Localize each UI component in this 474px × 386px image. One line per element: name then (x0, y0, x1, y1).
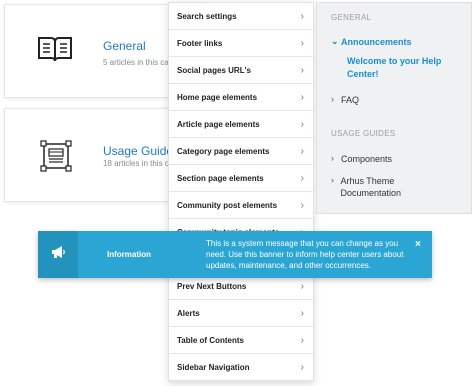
sidebar-section-heading: GENERAL (331, 13, 372, 22)
chevron-right-icon: › (300, 119, 304, 130)
menu-item-label: Section page elements (177, 173, 264, 183)
menu-item-label: Social pages URL's (177, 65, 251, 75)
menu-item-label: Footer links (177, 38, 223, 48)
sidebar-item-label: FAQ (341, 95, 360, 105)
banner-message: This is a system message that you can ch… (206, 239, 404, 270)
menu-item-sidebar-navigation[interactable]: Sidebar Navigation › (169, 354, 313, 381)
sidebar-section-heading: USAGE GUIDES (331, 129, 396, 138)
banner-title: Information (107, 250, 151, 259)
menu-item-label: Sidebar Navigation (177, 362, 250, 372)
menu-item-alerts[interactable]: Alerts › (169, 300, 313, 327)
menu-item-category-page-elements[interactable]: Category page elements › (169, 138, 313, 165)
sidebar-item-arhus-documentation[interactable]: › Arhus Theme Documentation (331, 175, 451, 199)
menu-item-label: Home page elements (177, 92, 258, 102)
chevron-right-icon: › (300, 38, 304, 49)
menu-item-label: Prev Next Buttons (177, 281, 247, 291)
chevron-right-icon: › (300, 146, 304, 157)
sidebar-item-announcements[interactable]: ⌄ Announcements (331, 36, 412, 48)
category-article-count: 5 articles in this category (103, 58, 173, 67)
sidebar-active-article[interactable]: Welcome to your Help Center! (347, 55, 465, 81)
menu-item-label: Category page elements (177, 146, 270, 156)
menu-item-community-post-elements[interactable]: Community post elements › (169, 192, 313, 219)
chevron-right-icon: › (300, 281, 304, 292)
sidebar-item-label: Arhus Theme Documentation (340, 176, 401, 198)
category-article-count: 18 articles in this category (103, 159, 173, 168)
sidebar-item-components[interactable]: › Components (331, 153, 392, 165)
chevron-right-icon: › (300, 308, 304, 319)
menu-item-home-page-elements[interactable]: Home page elements › (169, 84, 313, 111)
chevron-right-icon: › (300, 92, 304, 103)
close-icon[interactable]: × (415, 239, 421, 250)
sidebar-item-faq[interactable]: › FAQ (331, 94, 359, 106)
sidebar-item-label: Components (341, 154, 393, 164)
chevron-right-icon: › (300, 335, 304, 346)
megaphone-icon (50, 245, 66, 264)
chevron-right-icon: › (331, 175, 334, 185)
menu-item-section-page-elements[interactable]: Section page elements › (169, 165, 313, 192)
chevron-right-icon: › (300, 173, 304, 184)
settings-dropdown-menu: Search settings › Footer links › Social pa… (168, 2, 314, 382)
book-icon (37, 35, 73, 68)
menu-item-label: Search settings (177, 11, 237, 21)
chevron-down-icon: ⌄ (331, 36, 339, 46)
menu-item-search-settings[interactable]: Search settings › (169, 3, 313, 30)
newspaper-icon (39, 139, 73, 178)
menu-item-article-page-elements[interactable]: Article page elements › (169, 111, 313, 138)
chevron-right-icon: › (331, 94, 334, 104)
chevron-right-icon: › (331, 153, 334, 163)
chevron-right-icon: › (300, 362, 304, 373)
menu-item-label: Table of Contents (177, 335, 244, 345)
chevron-right-icon: › (300, 200, 304, 211)
menu-item-social-pages[interactable]: Social pages URL's › (169, 57, 313, 84)
category-title[interactable]: General (103, 39, 146, 53)
menu-item-label: Article page elements (177, 119, 260, 129)
menu-item-table-of-contents[interactable]: Table of Contents › (169, 327, 313, 354)
chevron-right-icon: › (300, 11, 304, 22)
article-sidebar: GENERAL ⌄ Announcements Welcome to your … (316, 2, 472, 214)
system-message-banner: Information This is a system message tha… (38, 231, 432, 278)
menu-item-footer-links[interactable]: Footer links › (169, 30, 313, 57)
menu-item-label: Community post elements (177, 200, 278, 210)
chevron-right-icon: › (300, 65, 304, 76)
menu-item-label: Alerts (177, 308, 200, 318)
banner-icon-box (38, 231, 78, 278)
sidebar-item-label: Announcements (341, 37, 412, 47)
